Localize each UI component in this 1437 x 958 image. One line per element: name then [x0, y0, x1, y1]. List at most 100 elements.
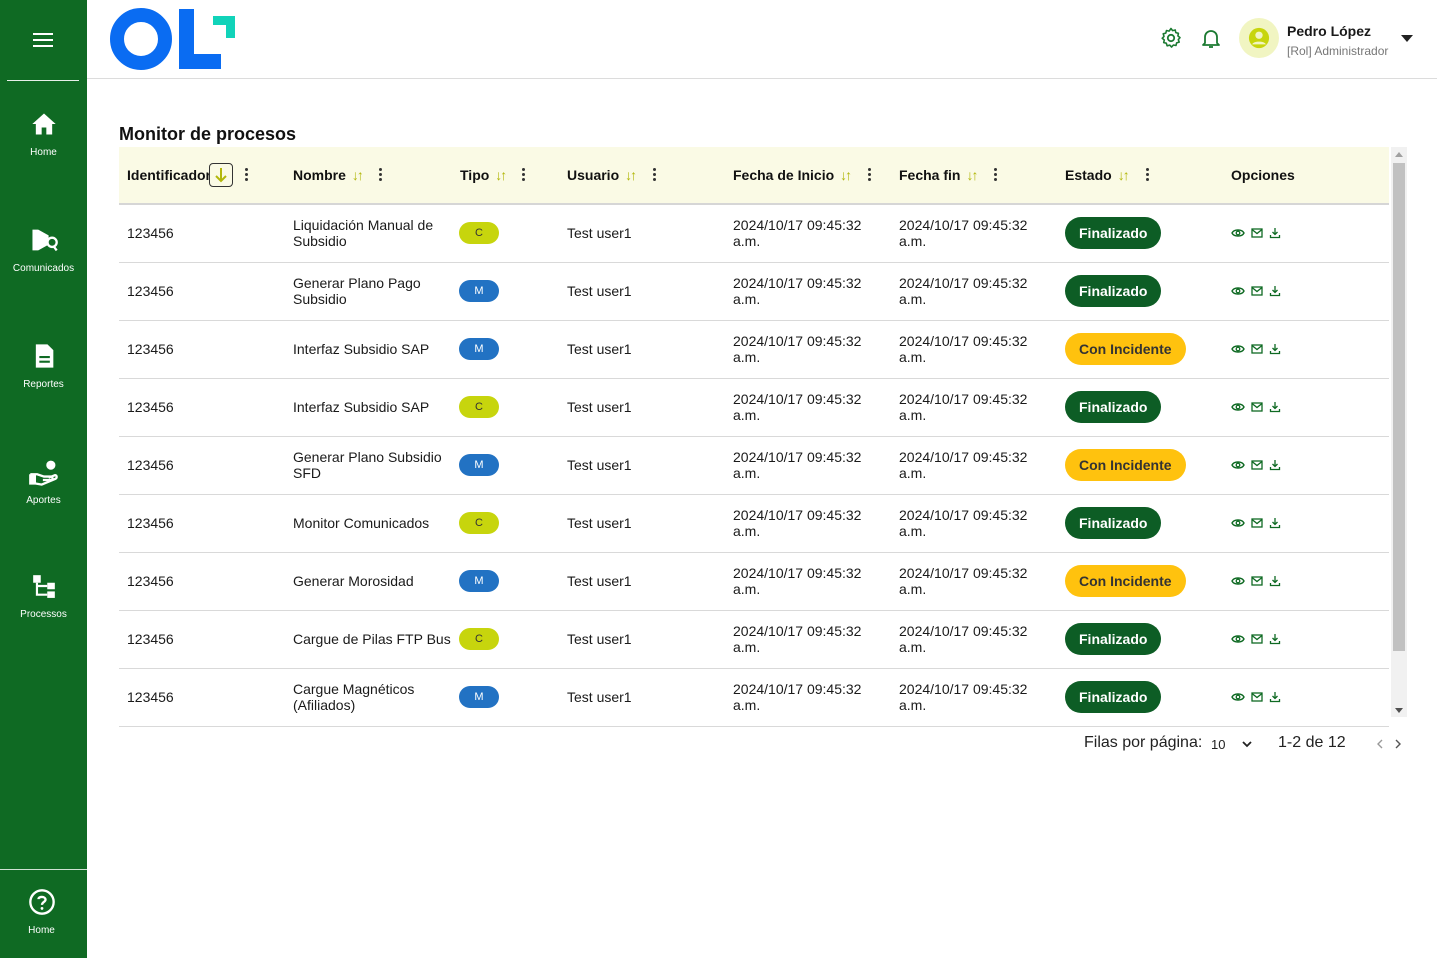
tipo-badge: M	[459, 280, 499, 302]
view-eye-icon[interactable]	[1231, 459, 1245, 471]
cell-usuario: Test user1	[567, 631, 632, 647]
email-icon[interactable]	[1251, 460, 1263, 470]
column-menu-icon[interactable]	[522, 167, 526, 183]
email-icon[interactable]	[1251, 228, 1263, 238]
view-eye-icon[interactable]	[1231, 633, 1245, 645]
download-icon[interactable]	[1269, 691, 1281, 703]
sort-icon[interactable]: ↓↑	[495, 167, 507, 183]
sidebar-item-help[interactable]: Home	[0, 888, 85, 938]
email-icon[interactable]	[1251, 344, 1263, 354]
sidebar-item-processos[interactable]: Processos	[0, 572, 87, 622]
column-label: Tipo	[460, 167, 490, 183]
scroll-down-arrow-icon[interactable]	[1395, 708, 1403, 713]
sort-icon[interactable]: ↓↑	[625, 167, 637, 183]
table-row[interactable]: 123456 Generar Plano Subsidio SFD M Test…	[119, 437, 1389, 495]
email-icon[interactable]	[1251, 634, 1263, 644]
table-row[interactable]: 123456 Liquidación Manual de Subsidio C …	[119, 205, 1389, 263]
table-row[interactable]: 123456 Cargue de Pilas FTP Bus C Test us…	[119, 611, 1389, 669]
sort-icon[interactable]: ↓↑	[966, 167, 978, 183]
email-icon[interactable]	[1251, 518, 1263, 528]
rows-per-page-select[interactable]: 10	[1211, 737, 1253, 752]
column-menu-icon[interactable]	[1146, 167, 1150, 183]
sidebar-item-aportes[interactable]: Aportes	[0, 458, 87, 508]
table-row[interactable]: 123456 Cargue Magnéticos (Afiliados) M T…	[119, 669, 1389, 727]
prev-page-icon[interactable]	[1376, 737, 1384, 755]
sidebar-item-comunicados[interactable]: Comunicados	[0, 226, 87, 276]
next-page-icon[interactable]	[1394, 737, 1402, 755]
column-header-nombre[interactable]: Nombre ↓↑	[293, 147, 382, 203]
view-eye-icon[interactable]	[1231, 691, 1245, 703]
scroll-up-arrow-icon[interactable]	[1395, 152, 1403, 157]
column-header-estado[interactable]: Estado ↓↑	[1065, 147, 1149, 203]
download-icon[interactable]	[1269, 575, 1281, 587]
status-badge[interactable]: Finalizado	[1065, 217, 1162, 249]
column-header-tipo[interactable]: Tipo ↓↑	[460, 147, 525, 203]
table-row[interactable]: 123456 Generar Plano Pago Subsidio M Tes…	[119, 263, 1389, 321]
column-menu-icon[interactable]	[379, 167, 383, 183]
tipo-badge: C	[459, 628, 499, 650]
cell-identificador: 123456	[127, 457, 174, 473]
download-icon[interactable]	[1269, 285, 1281, 297]
hand-coin-icon	[28, 460, 58, 486]
cell-tipo: M	[459, 669, 499, 725]
company-logo[interactable]	[109, 6, 237, 77]
download-icon[interactable]	[1269, 517, 1281, 529]
column-header-fecha-fin[interactable]: Fecha fin ↓↑	[899, 147, 997, 203]
cell-estado: Finalizado	[1065, 669, 1162, 725]
sort-icon[interactable]: ↓↑	[352, 167, 364, 183]
cell-tipo: C	[459, 379, 499, 435]
menu-icon[interactable]	[33, 33, 53, 49]
email-icon[interactable]	[1251, 576, 1263, 586]
sidebar-item-home[interactable]: Home	[0, 110, 87, 160]
user-name[interactable]: Pedro López	[1287, 23, 1371, 39]
status-badge[interactable]: Finalizado	[1065, 275, 1162, 307]
column-menu-icon[interactable]	[653, 167, 657, 183]
status-badge[interactable]: Con Incidente	[1065, 333, 1186, 365]
column-menu-icon[interactable]	[994, 167, 998, 183]
status-badge[interactable]: Con Incidente	[1065, 449, 1186, 481]
view-eye-icon[interactable]	[1231, 285, 1245, 297]
email-icon[interactable]	[1251, 692, 1263, 702]
tipo-badge: M	[459, 570, 499, 592]
column-header-identificador[interactable]: Identificador	[127, 147, 248, 203]
status-badge[interactable]: Finalizado	[1065, 681, 1162, 713]
scrollbar-thumb[interactable]	[1393, 163, 1405, 651]
download-icon[interactable]	[1269, 343, 1281, 355]
table-row[interactable]: 123456 Interfaz Subsidio SAP C Test user…	[119, 379, 1389, 437]
avatar[interactable]	[1239, 18, 1279, 58]
table-row[interactable]: 123456 Generar Morosidad M Test user1 20…	[119, 553, 1389, 611]
table-row[interactable]: 123456 Interfaz Subsidio SAP M Test user…	[119, 321, 1389, 379]
view-eye-icon[interactable]	[1231, 343, 1245, 355]
email-icon[interactable]	[1251, 286, 1263, 296]
process-table: Identificador Nombre ↓↑ Tipo ↓↑ Usuario …	[119, 147, 1389, 727]
download-icon[interactable]	[1269, 459, 1281, 471]
column-header-fecha-inicio[interactable]: Fecha de Inicio ↓↑	[733, 147, 871, 203]
download-icon[interactable]	[1269, 633, 1281, 645]
status-badge[interactable]: Finalizado	[1065, 623, 1162, 655]
download-icon[interactable]	[1269, 227, 1281, 239]
user-menu-caret-icon[interactable]	[1401, 35, 1413, 42]
download-icon[interactable]	[1269, 401, 1281, 413]
email-icon[interactable]	[1251, 402, 1263, 412]
sort-arrow-down-icon[interactable]	[209, 163, 233, 187]
table-row[interactable]: 123456 Monitor Comunicados C Test user1 …	[119, 495, 1389, 553]
settings-gear-icon[interactable]	[1159, 26, 1183, 55]
sort-icon[interactable]: ↓↑	[1118, 167, 1130, 183]
help-icon	[28, 889, 55, 915]
cell-nombre: Liquidación Manual de Subsidio	[293, 217, 434, 249]
view-eye-icon[interactable]	[1231, 401, 1245, 413]
view-eye-icon[interactable]	[1231, 517, 1245, 529]
cell-fecha-inicio: 2024/10/17 09:45:32 a.m.	[733, 449, 862, 481]
status-badge[interactable]: Finalizado	[1065, 507, 1162, 539]
column-label: Fecha de Inicio	[733, 167, 835, 183]
view-eye-icon[interactable]	[1231, 575, 1245, 587]
status-badge[interactable]: Con Incidente	[1065, 565, 1186, 597]
notification-bell-icon[interactable]	[1199, 26, 1223, 55]
column-menu-icon[interactable]	[868, 167, 872, 183]
sidebar-item-reportes[interactable]: Reportes	[0, 342, 87, 392]
status-badge[interactable]: Finalizado	[1065, 391, 1162, 423]
column-menu-icon[interactable]	[245, 167, 249, 183]
sort-icon[interactable]: ↓↑	[840, 167, 852, 183]
column-header-usuario[interactable]: Usuario ↓↑	[567, 147, 656, 203]
view-eye-icon[interactable]	[1231, 227, 1245, 239]
